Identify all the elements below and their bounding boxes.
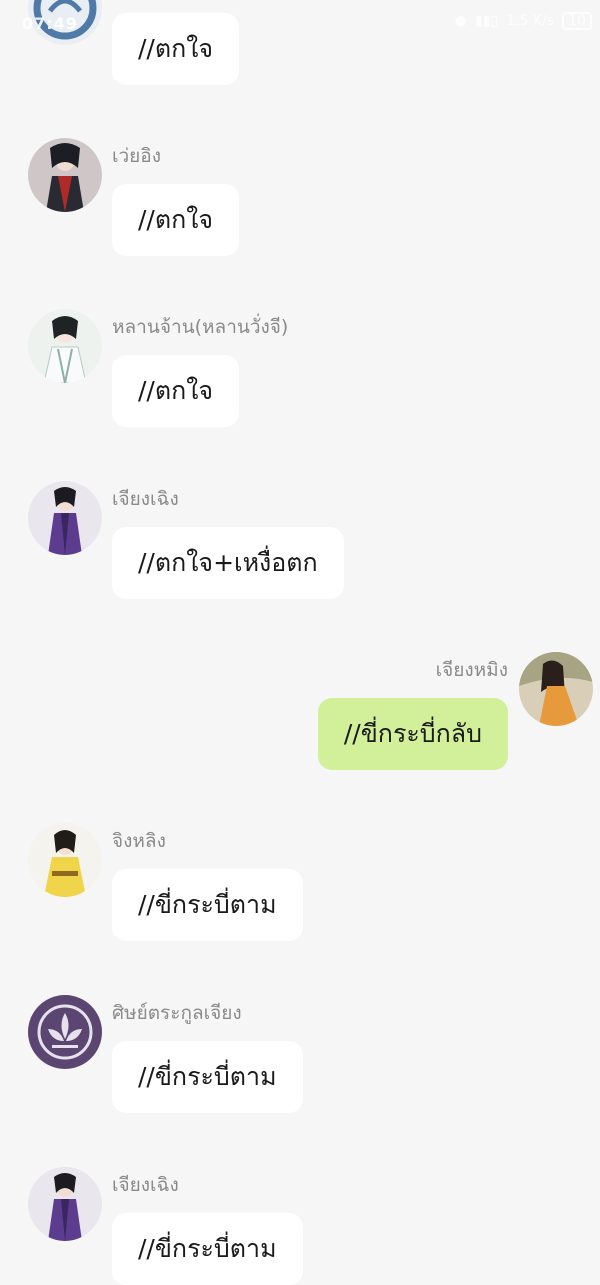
message-bubble[interactable]: //ขี่กระบี่ตาม: [112, 1213, 303, 1285]
lotus-emblem-avatar[interactable]: [28, 995, 102, 1069]
message-bubble[interactable]: //ขี่กระบี่ตาม: [112, 869, 303, 941]
sender-name: เจียงเฉิง: [112, 488, 179, 510]
lan-zhan-avatar[interactable]: [28, 309, 102, 383]
sender-name: หลานจ้าน(หลานวั่งจี): [112, 316, 289, 338]
message-bubble[interactable]: //ตกใจ: [112, 184, 240, 256]
jiang-ming-avatar[interactable]: [519, 652, 593, 726]
notification-icon: ●: [454, 13, 467, 29]
sender-name: เว่ยอิง: [112, 145, 161, 167]
sender-name: เจียงเฉิง: [112, 1174, 179, 1196]
battery-icon: 10: [562, 12, 592, 30]
message-bubble[interactable]: //ตกใจ: [112, 355, 240, 427]
status-time: 07:49: [22, 14, 78, 33]
message-bubble[interactable]: //ขี่กระบี่กลับ: [317, 698, 508, 770]
status-bar: 07:49 ● ▮▮▯ 1.5 K/s 10: [0, 0, 600, 48]
chat-message-list[interactable]: //ตกใจ เว่ยอิง //ตกใจ หลานจ้าน(หลานวั่งจ…: [0, 0, 600, 1285]
status-icons: ● ▮▮▯ 1.5 K/s 10: [455, 12, 592, 30]
message-bubble[interactable]: //ขี่กระบี่ตาม: [112, 1041, 303, 1113]
jin-ling-avatar[interactable]: [28, 823, 102, 897]
sender-name: เจียงหมิง: [435, 659, 508, 681]
signal-icon: ▮▮▯: [474, 13, 499, 29]
jiang-cheng-avatar[interactable]: [28, 481, 102, 555]
jiang-cheng-avatar[interactable]: [28, 1167, 102, 1241]
sender-name: ศิษย์ตระกูลเจียง: [112, 1002, 242, 1024]
network-speed: 1.5 K/s: [506, 13, 554, 29]
message-bubble[interactable]: //ตกใจ+เหงื่อตก: [112, 527, 344, 599]
sender-name: จิงหลิง: [112, 830, 166, 852]
wei-ying-avatar[interactable]: [28, 138, 102, 212]
